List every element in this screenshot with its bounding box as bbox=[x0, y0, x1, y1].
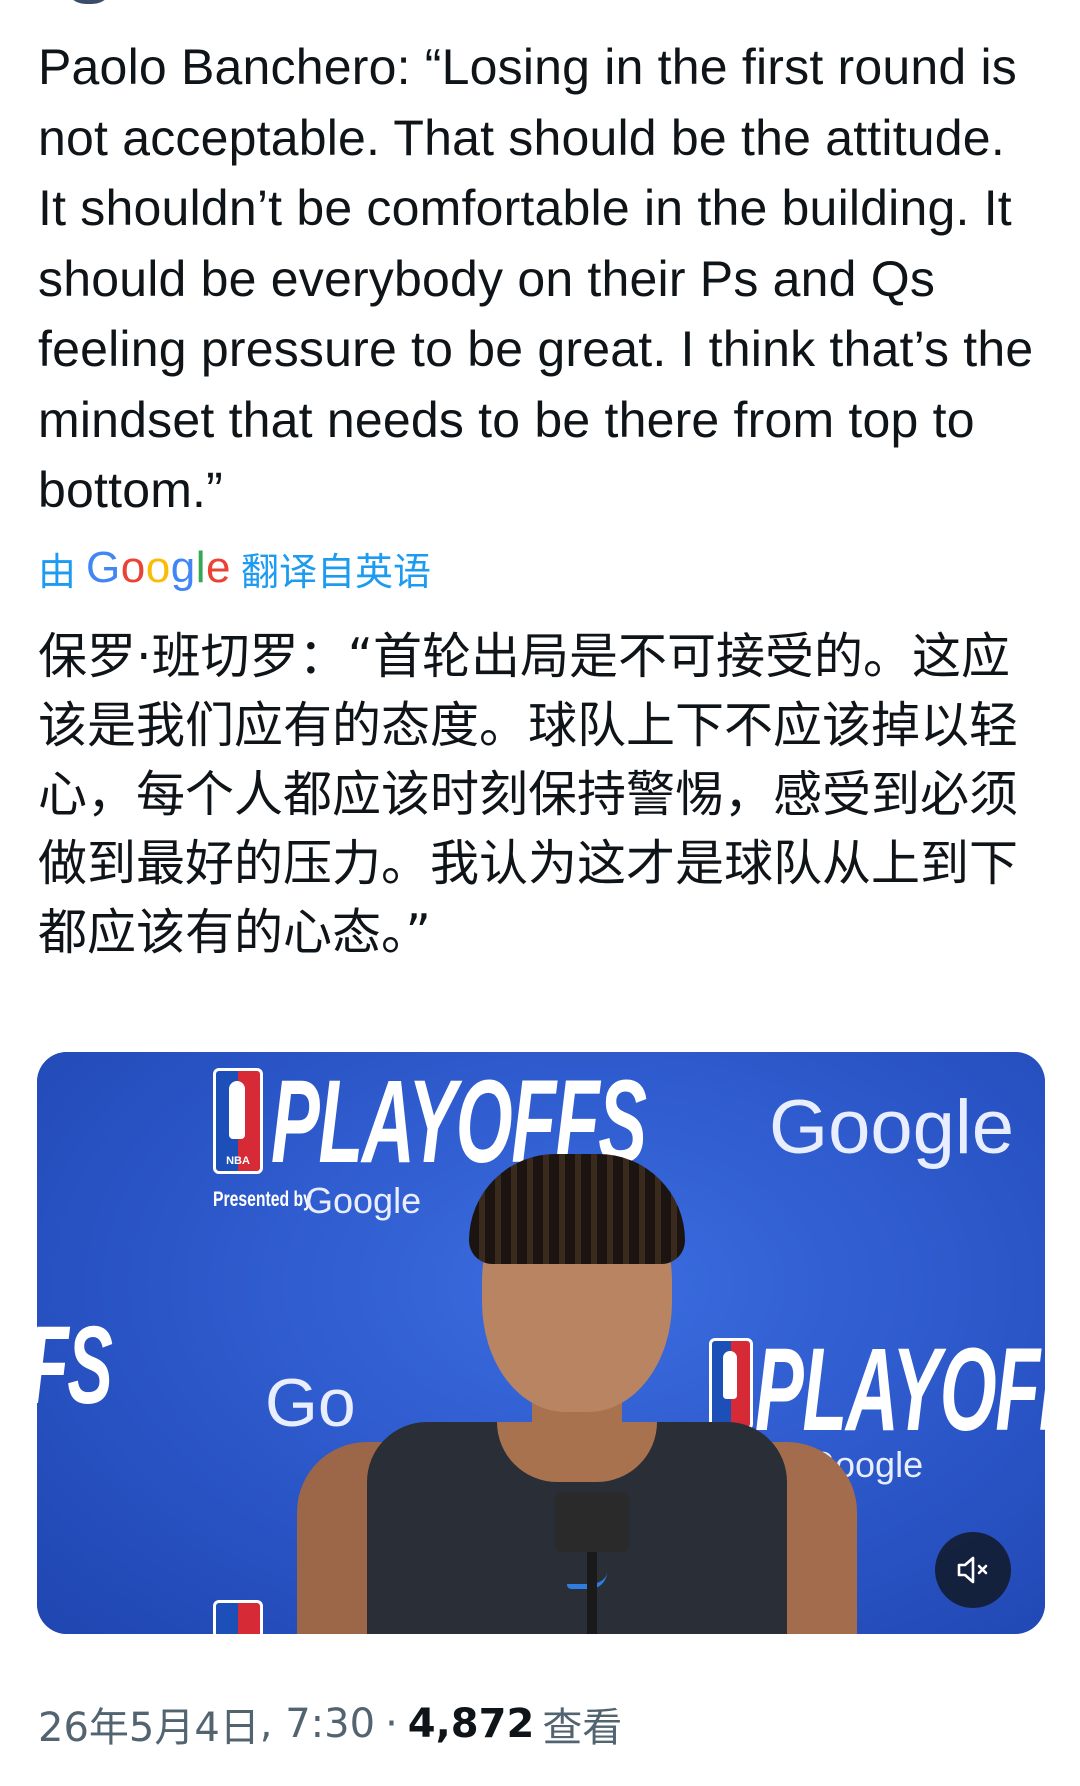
translate-prefix: 由 bbox=[38, 551, 77, 594]
nba-logo: NBA bbox=[213, 1068, 263, 1174]
translated-text: 保罗·班切罗：“首轮出局是不可接受的。这应该是我们应有的态度。球队上下不应该掉以… bbox=[38, 628, 1019, 961]
mute-toggle-button[interactable] bbox=[935, 1532, 1011, 1608]
author-avatar[interactable] bbox=[64, 0, 114, 4]
nba-logo-bottom bbox=[213, 1600, 263, 1634]
tweet-text: Paolo Banchero: “Losing in the first rou… bbox=[38, 39, 1034, 518]
google-logo: Google bbox=[86, 543, 231, 593]
google-logo-text: Google bbox=[86, 543, 231, 592]
tweet-meta: 26年5月4日 , 7:30 · 4,872 查看 bbox=[38, 1696, 622, 1752]
player-figure bbox=[277, 1102, 877, 1634]
tweet-date[interactable]: 26年5月4日 bbox=[38, 1695, 260, 1753]
meta-separator: · bbox=[385, 1701, 398, 1747]
translation-attribution[interactable]: 由 Google 翻译自英语 bbox=[38, 540, 431, 596]
views-label: 查看 bbox=[542, 1705, 623, 1751]
speaker-muted-icon bbox=[957, 1556, 988, 1584]
tweet-time[interactable]: 7:30 bbox=[285, 1701, 375, 1747]
translate-suffix: 翻译自英语 bbox=[240, 551, 431, 594]
playoffs-fragment-left: FS bbox=[37, 1304, 113, 1427]
views-count: 4,872 bbox=[407, 1701, 535, 1747]
video-player[interactable]: NBA PLAYOFFS Presented by Google Google … bbox=[37, 1052, 1045, 1634]
